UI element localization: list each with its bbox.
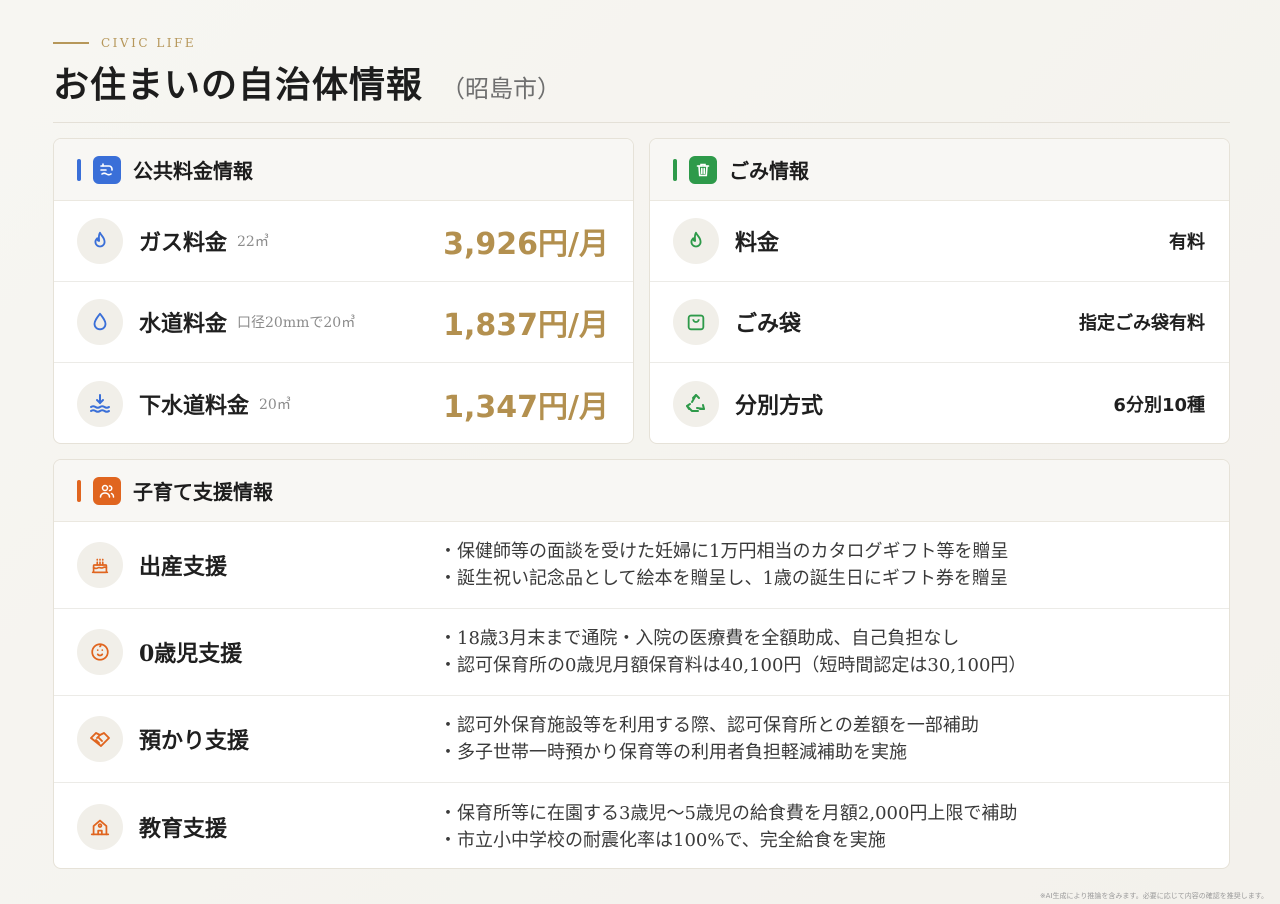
description-line: ・多子世帯一時預かり保育等の利用者負担軽減補助を実施 <box>439 742 907 763</box>
flame-icon <box>673 218 719 264</box>
childcare-row: 教育支援 ・保育所等に在園する3歳児〜5歳児の給食費を月額2,000円上限で補助… <box>54 783 1229 868</box>
water-drop-icon <box>77 299 123 345</box>
sewer-wave-icon <box>77 380 123 427</box>
description-line: ・保育所等に在園する3歳児〜5歳児の給食費を月額2,000円上限で補助 <box>439 802 1018 824</box>
utility-note: 口径20mmで20㎥ <box>237 315 356 331</box>
utility-row-water: 水道料金 口径20mmで20㎥ 1,837円/月 <box>54 282 633 363</box>
childcare-description: ・保健師等の面談を受けた妊婦に1万円相当のカタログギフト等を贈呈 ・誕生祝い記念… <box>439 538 1008 592</box>
utility-label: 下水道料金 <box>139 392 250 419</box>
garbage-label: 料金 <box>735 230 780 256</box>
description-line: ・18歳3月末まで通院・入院の医療費を全額助成、自己負担なし <box>439 628 960 649</box>
childcare-label: 教育支援 <box>139 815 228 842</box>
garbage-row-fee: 料金 有料 <box>650 201 1229 282</box>
eyebrow: CIVIC LIFE <box>53 36 1230 50</box>
childcare-label: 出産支援 <box>139 554 228 580</box>
utility-row-sewer: 下水道料金 20㎥ 1,347円/月 <box>54 363 633 443</box>
utilities-card-header: 公共料金情報 <box>54 139 633 201</box>
utilities-card: 公共料金情報 ガス料金 22㎥ 3,926円/月 水道料金 口径20mmで20㎥… <box>53 138 634 444</box>
garbage-card-title: ごみ情報 <box>729 159 809 183</box>
eyebrow-text: CIVIC LIFE <box>101 36 197 50</box>
accent-bar <box>77 479 81 502</box>
accent-bar <box>77 158 81 181</box>
page-header: CIVIC LIFE お住まいの自治体情報 （昭島市） <box>53 36 1230 123</box>
childcare-card-header: 子育て支援情報 <box>54 460 1229 522</box>
garbage-card-header: ごみ情報 <box>650 139 1229 201</box>
description-line: ・保健師等の面談を受けた妊婦に1万円相当のカタログギフト等を贈呈 <box>439 541 1009 562</box>
childcare-card: 子育て支援情報 出産支援 ・保健師等の面談を受けた妊婦に1万円相当のカタログギフ… <box>53 459 1230 869</box>
garbage-value: 6分別10種 <box>1113 394 1205 416</box>
handshake-icon <box>77 716 123 762</box>
utility-value: 1,837円/月 <box>443 308 609 343</box>
page-title: お住まいの自治体情報 <box>53 64 424 106</box>
childcare-description: ・18歳3月末まで通院・入院の医療費を全額助成、自己負担なし ・認可保育所の0歳… <box>439 625 1026 679</box>
childcare-row: 0歳児支援 ・18歳3月末まで通院・入院の医療費を全額助成、自己負担なし ・認可… <box>54 609 1229 696</box>
utility-row-gas: ガス料金 22㎥ 3,926円/月 <box>54 201 633 282</box>
garbage-card: ごみ情報 料金 有料 ごみ袋 指定ごみ袋有料 分別方式 6分別10種 <box>649 138 1230 444</box>
disclaimer-footnote: ※AI生成により推論を含みます。必要に応じて内容の確認を推奨します。 <box>1039 892 1268 900</box>
baby-face-icon <box>77 629 123 675</box>
childcare-row: 預かり支援 ・認可外保育施設等を利用する際、認可保育所との差額を一部補助 ・多子… <box>54 696 1229 783</box>
utilities-card-title: 公共料金情報 <box>133 159 253 183</box>
title-row: お住まいの自治体情報 （昭島市） <box>53 56 1230 108</box>
utility-note: 20㎥ <box>259 396 291 413</box>
shopping-bag-icon <box>673 299 719 345</box>
childcare-card-title: 子育て支援情報 <box>133 480 273 504</box>
childcare-description: ・保育所等に在園する3歳児〜5歳児の給食費を月額2,000円上限で補助 ・市立小… <box>439 800 1017 854</box>
description-line: ・認可外保育施設等を利用する際、認可保育所との差額を一部補助 <box>439 715 979 736</box>
utility-note: 22㎥ <box>237 234 269 250</box>
description-line: ・認可保育所の0歳児月額保育料は40,100円（短時間認定は30,100円） <box>439 655 1027 676</box>
childcare-description: ・認可外保育施設等を利用する際、認可保育所との差額を一部補助 ・多子世帯一時預か… <box>439 712 979 766</box>
page-subtitle: （昭島市） <box>441 75 562 103</box>
garbage-row-bag: ごみ袋 指定ごみ袋有料 <box>650 282 1229 363</box>
cake-icon <box>77 542 123 588</box>
childcare-label: 0歳児支援 <box>139 641 243 667</box>
recycle-icon <box>673 380 719 427</box>
utility-value: 3,926円/月 <box>443 227 609 262</box>
school-icon <box>77 803 123 850</box>
trash-icon <box>689 155 717 184</box>
utility-label: 水道料金 <box>139 311 228 337</box>
garbage-row-sorting: 分別方式 6分別10種 <box>650 363 1229 443</box>
description-line: ・市立小中学校の耐震化率は100%で、完全給食を実施 <box>439 829 886 851</box>
eyebrow-line <box>53 42 89 44</box>
garbage-value: 指定ごみ袋有料 <box>1079 313 1205 334</box>
users-icon <box>93 476 121 505</box>
accent-bar <box>673 158 677 181</box>
utility-value: 1,347円/月 <box>443 389 609 425</box>
header-divider <box>53 122 1230 123</box>
faucet-icon <box>93 155 121 184</box>
garbage-value: 有料 <box>1169 232 1205 253</box>
flame-icon <box>77 218 123 264</box>
garbage-label: ごみ袋 <box>735 311 802 337</box>
description-line: ・誕生祝い記念品として絵本を贈呈し、1歳の誕生日にギフト券を贈呈 <box>439 568 1008 589</box>
garbage-label: 分別方式 <box>735 392 824 419</box>
childcare-label: 預かり支援 <box>139 728 250 754</box>
childcare-row: 出産支援 ・保健師等の面談を受けた妊婦に1万円相当のカタログギフト等を贈呈 ・誕… <box>54 522 1229 609</box>
utility-label: ガス料金 <box>139 230 228 256</box>
